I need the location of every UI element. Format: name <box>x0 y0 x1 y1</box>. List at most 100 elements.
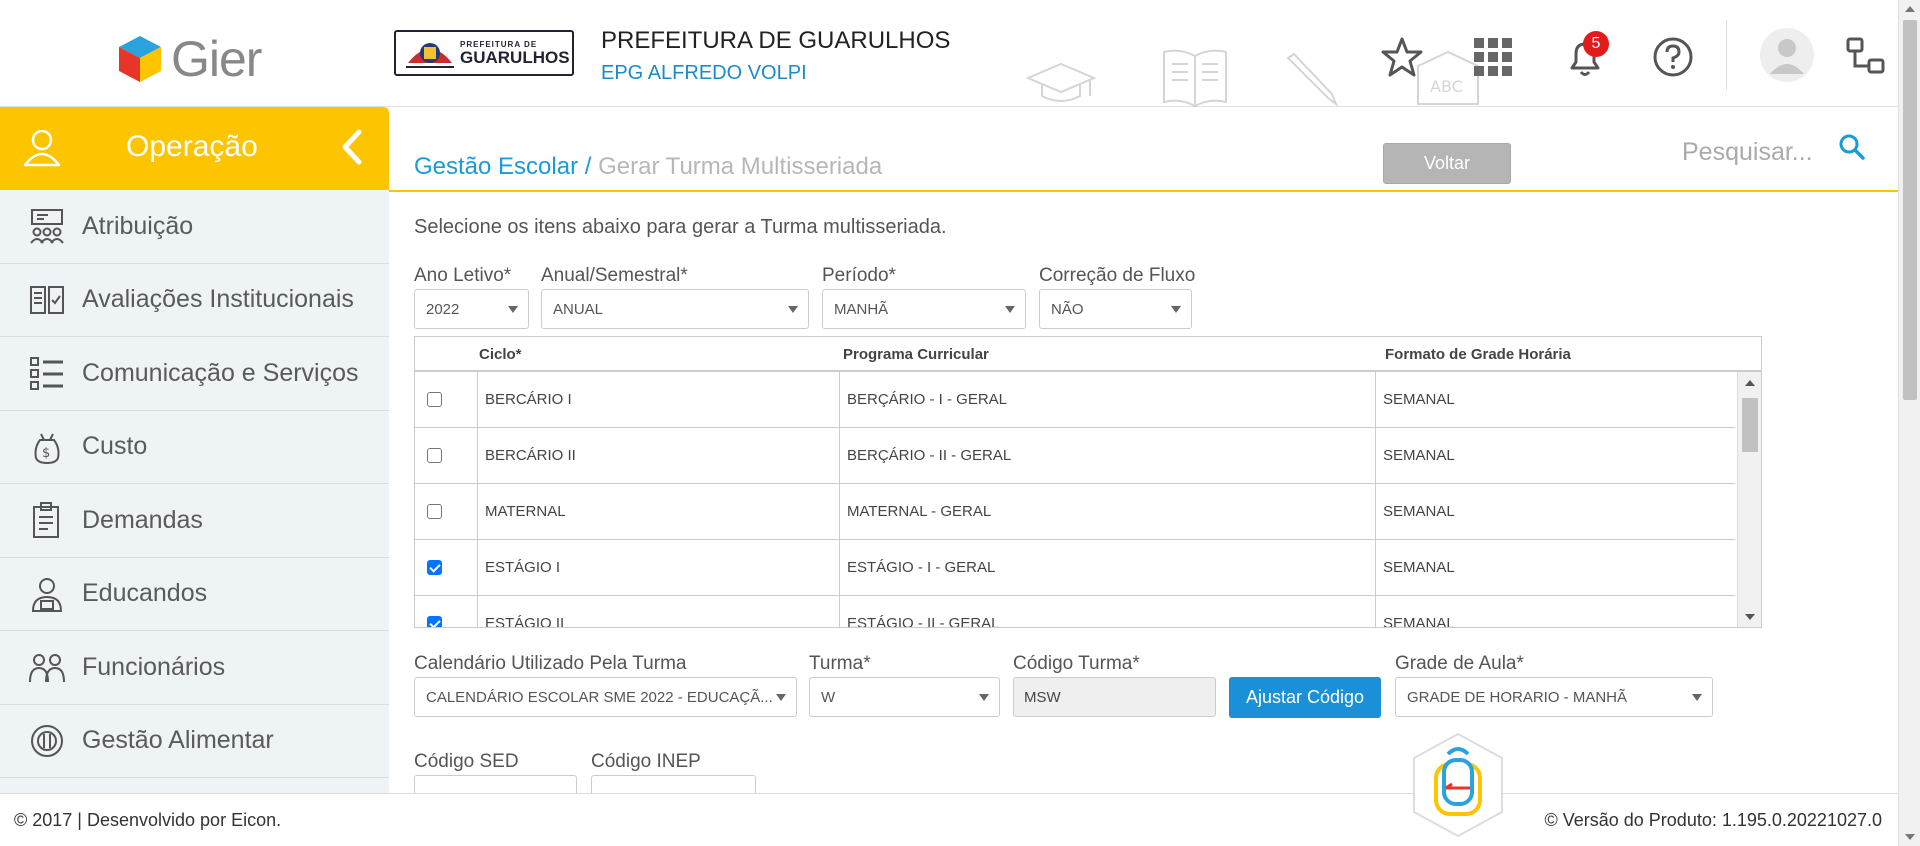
logo-text: Gier <box>171 31 262 87</box>
sidebar-item-custo[interactable]: $ Custo <box>0 411 389 484</box>
voltar-button[interactable]: Voltar <box>1383 143 1511 184</box>
search-icon[interactable] <box>1838 133 1866 161</box>
table-row[interactable]: ESTÁGIO II ESTÁGIO - II - GERAL SEMANAL <box>415 596 1735 627</box>
staff-icon <box>29 654 65 683</box>
header-formato: Formato de Grade Horária <box>1385 346 1571 363</box>
chevron-down-icon <box>1171 306 1181 313</box>
ajustar-codigo-button[interactable]: Ajustar Código <box>1229 677 1381 718</box>
svg-text:ABC: ABC <box>1430 77 1463 96</box>
row-checkbox[interactable] <box>427 560 442 575</box>
chevron-down-icon <box>1692 694 1702 701</box>
scroll-down-icon[interactable] <box>1905 834 1915 840</box>
breadcrumb-current: Gerar Turma Multisseriada <box>598 153 883 180</box>
codigo-turma-field[interactable]: MSW <box>1013 677 1216 717</box>
table-scrollbar[interactable] <box>1737 372 1761 627</box>
row-checkbox[interactable] <box>427 392 442 407</box>
pencil-icon <box>1286 52 1339 107</box>
footer-copyright: © 2017 | Desenvolvido por Eicon. <box>14 810 282 830</box>
header-ciclo: Ciclo* <box>479 346 522 363</box>
cell-formato: SEMANAL <box>1375 428 1735 484</box>
svg-text:$: $ <box>42 446 50 461</box>
open-book-icon <box>1163 49 1227 108</box>
cell-programa: MATERNAL - GERAL <box>839 484 1375 540</box>
header-accent-line <box>389 190 1898 192</box>
backpack-icon[interactable] <box>1408 730 1508 840</box>
sidebar-item-gestao-alimentar[interactable]: Gestão Alimentar <box>0 705 389 778</box>
sidebar-item-comunicacao[interactable]: Comunicação e Serviços <box>0 337 389 411</box>
periodo-label: Período* <box>822 265 896 286</box>
star-icon[interactable] <box>1381 36 1423 78</box>
scroll-up-icon[interactable] <box>1745 380 1755 386</box>
codigo-turma-label: Código Turma* <box>1013 653 1140 674</box>
cube-logo-icon <box>119 36 161 82</box>
turma-value: W <box>821 689 836 706</box>
page-scrollbar[interactable] <box>1898 0 1920 846</box>
turma-label: Turma* <box>809 653 871 674</box>
classroom-icon <box>30 209 64 244</box>
codigo-sed-label: Código SED <box>414 751 519 772</box>
row-checkbox[interactable] <box>427 448 442 463</box>
sidebar-item-atribuicao[interactable]: Atribuição <box>0 190 389 264</box>
row-checkbox[interactable] <box>427 616 442 627</box>
sidebar-item-demandas[interactable]: Demandas <box>0 484 389 558</box>
user-outline-icon <box>23 129 61 167</box>
apps-grid-icon[interactable] <box>1472 36 1514 78</box>
calendario-value: CALENDÁRIO ESCOLAR SME 2022 - EDUCAÇÃ... <box>426 689 773 706</box>
turma-select[interactable]: W <box>809 677 1000 717</box>
collapse-chevron-icon[interactable] <box>337 127 367 167</box>
sidebar-item-funcionarios[interactable]: Funcionários <box>0 631 389 705</box>
ciclo-table: Ciclo* Programa Curricular Formato de Gr… <box>414 336 1762 628</box>
table-row[interactable]: MATERNAL MATERNAL - GERAL SEMANAL <box>415 484 1735 540</box>
ano-letivo-select[interactable]: 2022 <box>414 289 529 329</box>
grade-aula-value: GRADE DE HORARIO - MANHÃ <box>1407 689 1628 706</box>
cell-programa: ESTÁGIO - I - GERAL <box>839 540 1375 596</box>
cell-formato: SEMANAL <box>1375 596 1735 627</box>
table-row[interactable]: BERCÁRIO II BERÇÁRIO - II - GERAL SEMANA… <box>415 428 1735 484</box>
search-input[interactable]: Pesquisar... <box>1682 138 1813 167</box>
gier-logo[interactable]: Gier <box>117 30 262 88</box>
row-checkbox[interactable] <box>427 504 442 519</box>
help-icon[interactable] <box>1652 36 1694 78</box>
correcao-fluxo-select[interactable]: NÃO <box>1039 289 1192 329</box>
guarulhos-crest: PREFEITURA DE GUARULHOS <box>394 30 574 76</box>
breadcrumb-root[interactable]: Gestão Escolar / <box>414 153 591 180</box>
sidebar-item-label: Educandos <box>82 579 208 608</box>
sidebar-item-label: Atribuição <box>82 211 194 240</box>
user-avatar-icon[interactable] <box>1760 28 1814 82</box>
sidebar-item-label: Comunicação e Serviços <box>82 358 359 387</box>
prefeitura-name: PREFEITURA DE GUARULHOS <box>601 27 951 54</box>
calendario-select[interactable]: CALENDÁRIO ESCOLAR SME 2022 - EDUCAÇÃ... <box>414 677 797 717</box>
cell-ciclo: ESTÁGIO II <box>477 596 839 627</box>
table-row[interactable]: BERCÁRIO I BERÇÁRIO - I - GERAL SEMANAL <box>415 372 1735 428</box>
book-check-icon <box>30 285 64 314</box>
sidebar: Operação Atribuição Avaliações Instituci… <box>0 107 389 793</box>
student-icon <box>31 577 63 612</box>
crest-big-text: GUARULHOS <box>460 47 570 67</box>
table-row[interactable]: ESTÁGIO I ESTÁGIO - I - GERAL SEMANAL <box>415 540 1735 596</box>
school-name[interactable]: EPG ALFREDO VOLPI <box>601 62 807 85</box>
anual-semestral-value: ANUAL <box>553 301 604 318</box>
graduation-cap-icon <box>1026 62 1096 102</box>
cell-formato: SEMANAL <box>1375 372 1735 428</box>
cell-ciclo: ESTÁGIO I <box>477 540 839 596</box>
scroll-thumb[interactable] <box>1903 20 1917 400</box>
sidebar-item-avaliacoes[interactable]: Avaliações Institucionais <box>0 264 389 337</box>
periodo-value: MANHÃ <box>834 301 889 318</box>
grade-aula-select[interactable]: GRADE DE HORARIO - MANHÃ <box>1395 677 1713 717</box>
header-divider <box>1726 20 1727 90</box>
chevron-down-icon <box>776 694 786 701</box>
table-header: Ciclo* Programa Curricular Formato de Gr… <box>414 336 1762 372</box>
scroll-thumb[interactable] <box>1742 398 1758 452</box>
anual-semestral-select[interactable]: ANUAL <box>541 289 809 329</box>
notification-badge[interactable]: 5 <box>1583 31 1609 57</box>
scroll-up-icon[interactable] <box>1905 6 1915 12</box>
switch-icon[interactable] <box>1845 36 1887 78</box>
top-header: Gier PREFEITURA DE GUARULHOS PREFEITURA … <box>0 0 1898 108</box>
periodo-select[interactable]: MANHÃ <box>822 289 1026 329</box>
chevron-down-icon <box>508 306 518 313</box>
cell-ciclo: MATERNAL <box>477 484 839 540</box>
calendario-label: Calendário Utilizado Pela Turma <box>414 653 687 674</box>
sidebar-item-educandos[interactable]: Educandos <box>0 558 389 631</box>
city-seal-icon <box>406 43 454 68</box>
scroll-down-icon[interactable] <box>1745 614 1755 620</box>
